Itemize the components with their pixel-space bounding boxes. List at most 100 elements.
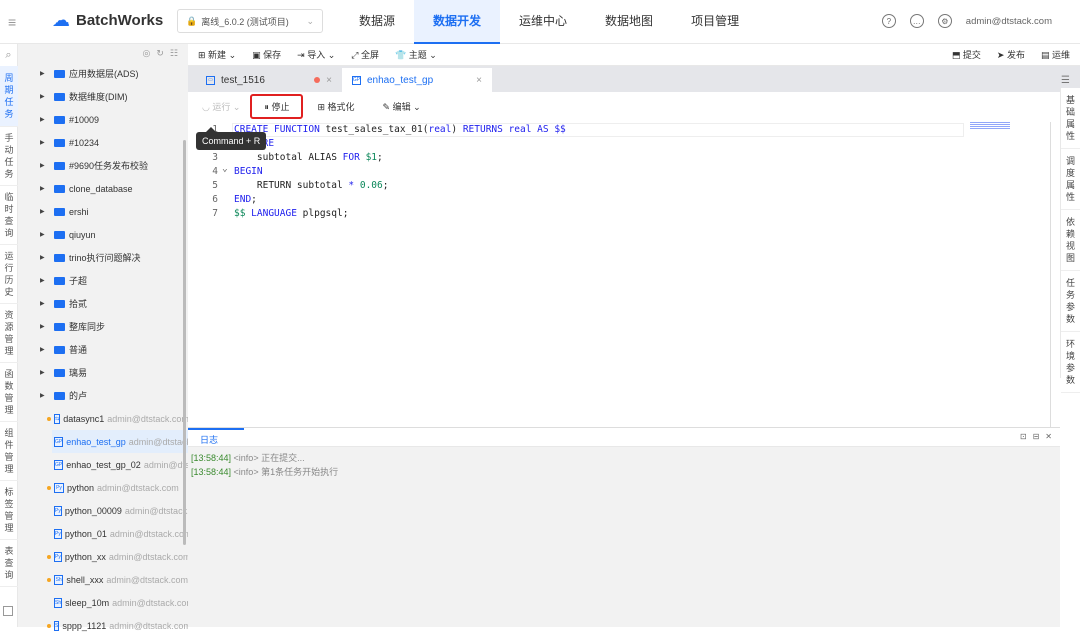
folder-item[interactable]: ▶qiuyun bbox=[18, 223, 188, 246]
help-icon[interactable]: ? bbox=[882, 14, 896, 28]
rail-tab[interactable]: 标签管理 bbox=[0, 481, 18, 540]
import-button[interactable]: ⇥ 导入 ⌄ bbox=[297, 48, 335, 61]
file-item[interactable]: Pypythonadmin@dtstack.com bbox=[18, 476, 188, 499]
nav-item[interactable]: 数据源 bbox=[340, 0, 414, 44]
search-icon[interactable]: ⌕ bbox=[0, 44, 17, 66]
tab-enhao-test-gp[interactable]: GPenhao_test_gp× bbox=[342, 68, 492, 92]
right-tab[interactable]: 任务参数 bbox=[1061, 271, 1080, 332]
file-item[interactable]: ⇆datasync1admin@dtstack.com bbox=[18, 407, 188, 430]
folder-item[interactable]: ▶ershi bbox=[18, 200, 188, 223]
edit-button[interactable]: ✎ 编辑 ⌄ bbox=[369, 100, 435, 113]
caret-right-icon[interactable]: ▶ bbox=[40, 254, 46, 261]
folder-item[interactable]: ▶拾贰 bbox=[18, 292, 188, 315]
refresh-icon[interactable]: ↻ bbox=[156, 48, 164, 59]
close-icon[interactable]: × bbox=[476, 75, 482, 86]
rail-tab[interactable]: 组件管理 bbox=[0, 422, 18, 481]
run-button[interactable]: ◡ 运行 ⌄ bbox=[188, 100, 254, 113]
caret-right-icon[interactable]: ▶ bbox=[40, 392, 46, 399]
user-account[interactable]: admin@dtstack.com bbox=[966, 16, 1052, 27]
folder-item[interactable]: ▶普通 bbox=[18, 338, 188, 361]
code-editor[interactable]: 1CREATE FUNCTION test_sales_tax_01(real)… bbox=[188, 122, 1060, 427]
tree-scrollbar[interactable] bbox=[183, 140, 186, 545]
gear-icon[interactable]: ⚙ bbox=[938, 14, 952, 28]
caret-right-icon[interactable]: ▶ bbox=[40, 139, 46, 146]
right-tab[interactable]: 基础属性 bbox=[1061, 88, 1080, 149]
folder-item[interactable]: ▶trino执行问题解决 bbox=[18, 246, 188, 269]
locate-icon[interactable]: ◎ bbox=[143, 48, 151, 59]
close-icon[interactable]: × bbox=[326, 75, 332, 86]
folder-item[interactable]: ▶应用数据层(ADS) bbox=[18, 62, 188, 85]
caret-right-icon[interactable]: ▶ bbox=[40, 231, 46, 238]
left-rail: ⌕ 周期任务手动任务临时查询运行历史资源管理函数管理组件管理标签管理表查询 bbox=[0, 44, 18, 627]
caret-right-icon[interactable]: ▶ bbox=[40, 300, 46, 307]
caret-right-icon[interactable]: ▶ bbox=[40, 93, 46, 100]
file-item[interactable]: Pypython_xxadmin@dtstack.com bbox=[18, 545, 188, 568]
folder-item[interactable]: ▶的卢 bbox=[18, 384, 188, 407]
nav-item[interactable]: 数据地图 bbox=[586, 0, 672, 44]
fold-icon[interactable]: ⌄ bbox=[222, 163, 228, 174]
rail-tab[interactable]: 临时查询 bbox=[0, 186, 18, 245]
right-tab[interactable]: 依赖视图 bbox=[1061, 210, 1080, 271]
right-tab[interactable]: 调度属性 bbox=[1061, 149, 1080, 210]
caret-right-icon[interactable]: ▶ bbox=[40, 208, 46, 215]
file-item[interactable]: Ssppp_1121admin@dtstack.com bbox=[18, 614, 188, 637]
fullscreen-button[interactable]: ⤢ 全屏 bbox=[351, 48, 379, 61]
right-tab[interactable]: 环境参数 bbox=[1061, 332, 1080, 393]
file-icon: Sh bbox=[54, 598, 62, 608]
file-item[interactable]: Shshell_xxxadmin@dtstack.com bbox=[18, 568, 188, 591]
rail-tab[interactable]: 表查询 bbox=[0, 540, 18, 587]
folder-item[interactable]: ▶整库同步 bbox=[18, 315, 188, 338]
file-item[interactable]: GPenhao_test_gp_02admin@dtstack.com bbox=[18, 453, 188, 476]
nav-item[interactable]: 数据开发 bbox=[414, 0, 500, 44]
maximize-icon[interactable]: ⊡ bbox=[1020, 432, 1027, 442]
caret-right-icon[interactable]: ▶ bbox=[40, 323, 46, 330]
rail-tab[interactable]: 运行历史 bbox=[0, 245, 18, 304]
nav-item[interactable]: 运维中心 bbox=[500, 0, 586, 44]
ops-button[interactable]: ▤ 运维 bbox=[1041, 48, 1070, 61]
format-button[interactable]: ⊞ 格式化 bbox=[303, 100, 368, 113]
collapse-icon[interactable] bbox=[3, 606, 13, 616]
folder-item[interactable]: ▶#9690任务发布校验 bbox=[18, 154, 188, 177]
theme-button[interactable]: 👕 主题 ⌄ bbox=[395, 48, 437, 61]
caret-right-icon[interactable]: ▶ bbox=[40, 369, 46, 376]
caret-right-icon[interactable]: ▶ bbox=[40, 277, 46, 284]
submit-button[interactable]: ⬒ 提交 bbox=[952, 48, 981, 61]
rail-tab[interactable]: 资源管理 bbox=[0, 304, 18, 363]
minimize-icon[interactable]: ⊟ bbox=[1033, 432, 1040, 442]
file-item[interactable]: Pypython_00009admin@dtstack.com bbox=[18, 499, 188, 522]
rail-tab[interactable]: 周期任务 bbox=[0, 66, 18, 127]
rail-tab[interactable]: 函数管理 bbox=[0, 363, 18, 422]
folder-item[interactable]: ▶璃易 bbox=[18, 361, 188, 384]
tab-test-1516[interactable]: ▭test_1516× bbox=[196, 68, 342, 92]
save-button[interactable]: ▣ 保存 bbox=[252, 48, 281, 61]
caret-right-icon[interactable]: ▶ bbox=[40, 116, 46, 123]
folder-item[interactable]: ▶#10234 bbox=[18, 131, 188, 154]
close-icon[interactable]: ✕ bbox=[1045, 432, 1052, 442]
folder-item[interactable]: ▶#10009 bbox=[18, 108, 188, 131]
file-item[interactable]: GPenhao_test_gpadmin@dtstack.com bbox=[52, 430, 188, 453]
stop-button[interactable]: ⏸ 停止 bbox=[250, 94, 303, 119]
file-item[interactable]: Shsleep_10madmin@dtstack.com bbox=[18, 591, 188, 614]
folder-item[interactable]: ▶数据维度(DIM) bbox=[18, 85, 188, 108]
gp-file-icon: GP bbox=[352, 76, 361, 85]
caret-right-icon[interactable]: ▶ bbox=[40, 162, 46, 169]
logo[interactable]: ☁BatchWorks bbox=[52, 10, 163, 31]
caret-right-icon[interactable]: ▶ bbox=[40, 70, 46, 77]
new-button[interactable]: ⊞ 新建 ⌄ bbox=[198, 48, 236, 61]
minimap[interactable] bbox=[970, 122, 1010, 130]
publish-button[interactable]: ➤ 发布 bbox=[997, 48, 1025, 61]
file-item[interactable]: Pypython_01admin@dtstack.com bbox=[18, 522, 188, 545]
message-icon[interactable]: … bbox=[910, 14, 924, 28]
folder-item[interactable]: ▶clone_database bbox=[18, 177, 188, 200]
list-icon[interactable]: ☷ bbox=[170, 48, 178, 59]
nav-item[interactable]: 项目管理 bbox=[672, 0, 758, 44]
folder-item[interactable]: ▶子超 bbox=[18, 269, 188, 292]
menu-icon[interactable]: ≡ bbox=[8, 14, 16, 30]
editor-scrollbar[interactable] bbox=[1050, 122, 1051, 427]
tab-log[interactable]: 日志 bbox=[188, 428, 244, 446]
project-select[interactable]: 🔒离线_6.0.2 (测试项目)⌄ bbox=[177, 9, 323, 33]
caret-right-icon[interactable]: ▶ bbox=[40, 346, 46, 353]
caret-right-icon[interactable]: ▶ bbox=[40, 185, 46, 192]
rail-tab[interactable]: 手动任务 bbox=[0, 127, 18, 186]
code-token: $$ bbox=[234, 208, 251, 219]
